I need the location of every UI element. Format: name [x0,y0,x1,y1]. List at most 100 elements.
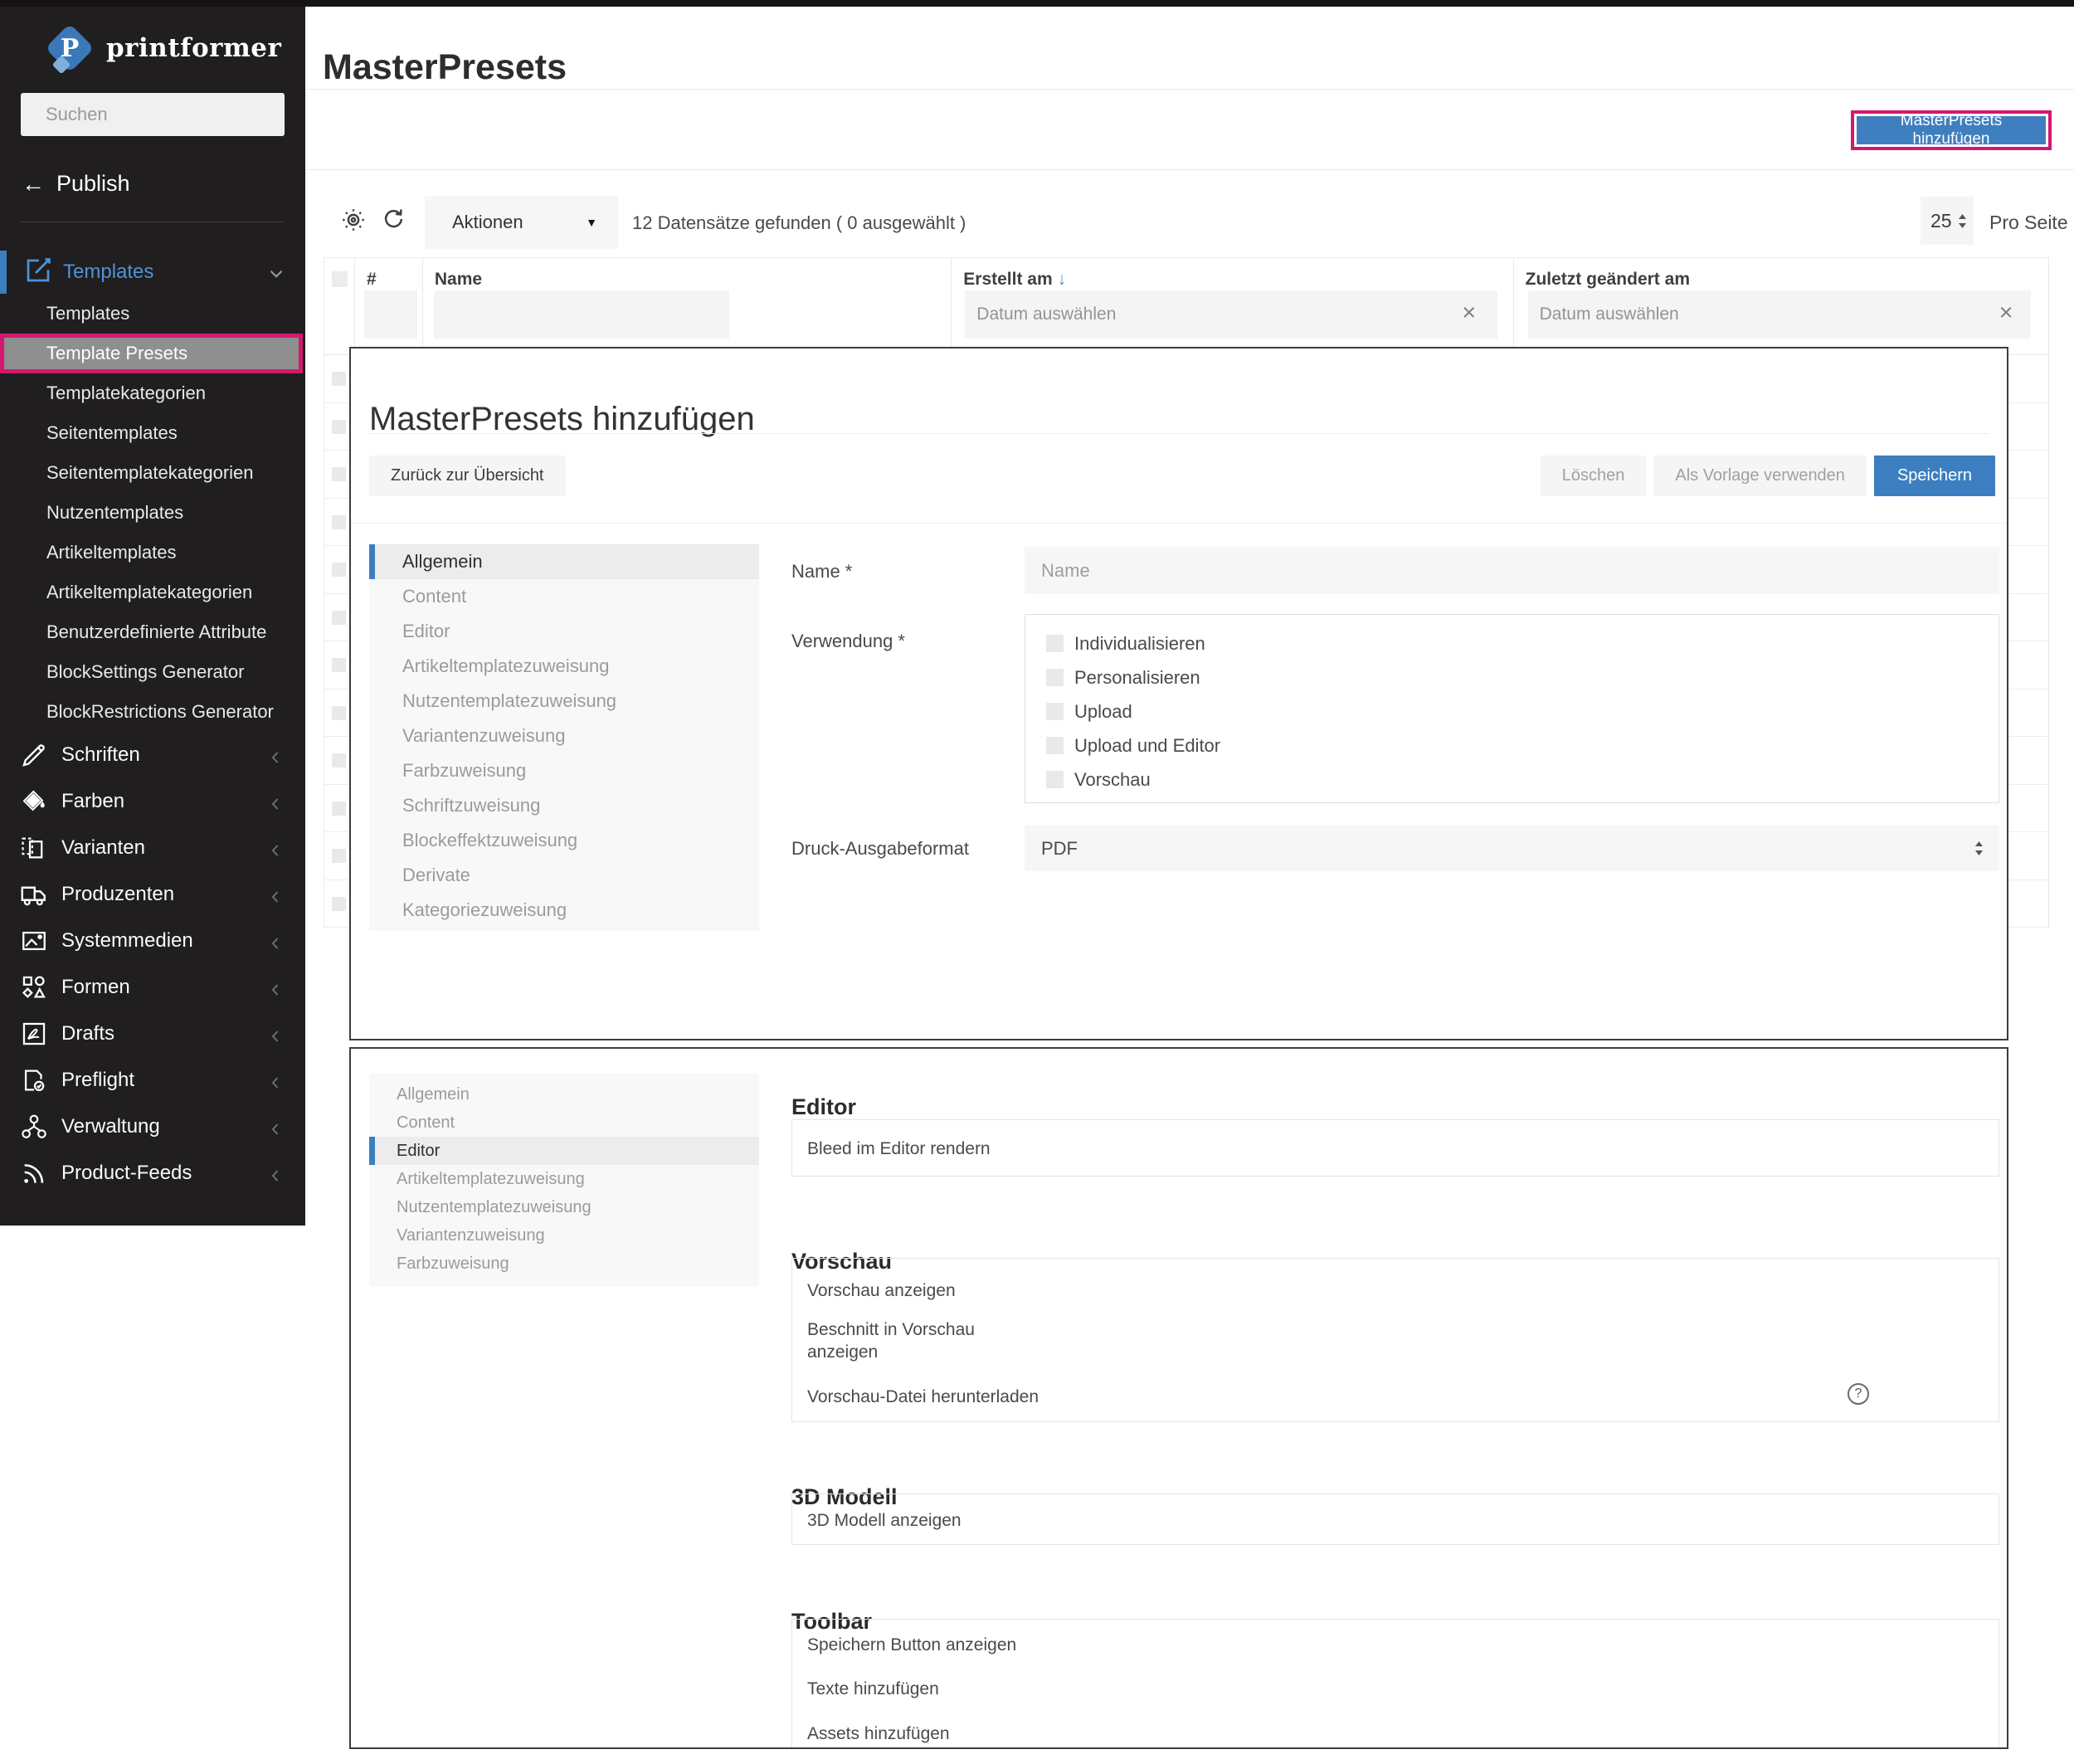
nav-item-content[interactable]: Content [369,579,759,614]
row-checkbox[interactable] [332,610,346,625]
checkbox[interactable] [996,1279,1016,1299]
use-as-template-button[interactable]: Als Vorlage verwenden [1653,456,1867,496]
row-checkbox[interactable] [332,849,346,863]
nav-item-editor[interactable]: Editor [369,1137,759,1165]
sidebar-item-seitentemplatekategorien[interactable]: Seitentemplatekategorien [0,453,305,493]
add-masterpresets-button[interactable]: MasterPresets hinzufügen [1857,112,2046,148]
checkbox[interactable] [996,1722,1016,1742]
row-checkbox[interactable] [332,514,346,529]
name-filter-input[interactable] [433,290,729,339]
usage-option[interactable]: Personalisieren [1046,660,1999,694]
nav-item-artikeltemplatezuweisung[interactable]: Artikeltemplatezuweisung [369,649,759,684]
nav-label: Kategoriezuweisung [402,899,567,920]
row-checkbox[interactable] [332,467,346,481]
row-checkbox[interactable] [332,563,346,577]
sidebar-item-benutzerdefinierte-attribute[interactable]: Benutzerdefinierte Attribute [0,612,305,652]
column-label[interactable]: # [367,270,377,290]
nav-item-allgemein[interactable]: Allgemein [369,544,759,579]
column-label[interactable]: Erstellt am ↓ [963,270,1066,290]
sidebar-item-product-feeds[interactable]: Product-Feeds [0,1150,305,1196]
search-input[interactable] [44,103,286,126]
sidebar-item-templates[interactable]: Templates [0,294,305,334]
nav-item-nutzentemplatezuweisung[interactable]: Nutzentemplatezuweisung [369,684,759,719]
usage-option[interactable]: Upload und Editor [1046,729,1999,763]
nav-item-derivate[interactable]: Derivate [369,858,759,893]
row-checkbox[interactable] [332,705,346,720]
row-checkbox[interactable] [332,658,346,672]
checkbox[interactable] [996,1322,1016,1342]
nav-item-variantenzuweisung[interactable]: Variantenzuweisung [369,1221,759,1250]
nav-item-allgemein[interactable]: Allgemein [369,1080,759,1109]
checkbox[interactable] [996,1508,1016,1528]
checkbox[interactable] [1046,635,1064,652]
nav-item-nutzentemplatezuweisung[interactable]: Nutzentemplatezuweisung [369,1193,759,1221]
back-to-overview-button[interactable]: Zurück zur Übersicht [369,456,566,496]
sidebar-item-artikeltemplatekategorien[interactable]: Artikeltemplatekategorien [0,573,305,612]
row-checkbox[interactable] [332,896,346,911]
sidebar-item-produzenten[interactable]: Produzenten [0,871,305,918]
column-label[interactable]: Zuletzt geändert am [1526,270,1690,290]
download-enabled-checkbox[interactable] [1823,1384,1843,1404]
checkbox[interactable] [996,1384,1016,1404]
row-checkbox[interactable] [332,801,346,816]
modified-date-filter[interactable] [1527,290,2031,339]
sidebar-item-varianten[interactable]: Varianten [0,825,305,871]
created-date-filter[interactable] [965,290,1498,339]
sort-desc-icon[interactable]: ↓ [1058,270,1067,289]
sidebar-item-blocksettings-generator[interactable]: BlockSettings Generator [0,652,305,692]
logo[interactable]: P printformer [45,22,305,75]
sidebar-item-templatekategorien[interactable]: Templatekategorien [0,373,305,413]
column-label[interactable]: Name [435,270,482,290]
sidebar-item-seitentemplates[interactable]: Seitentemplates [0,413,305,453]
sidebar-item-farben[interactable]: Farben [0,778,305,825]
checkbox[interactable] [996,1633,1016,1653]
row-checkbox[interactable] [332,753,346,767]
checkbox[interactable] [996,1138,1016,1157]
nav-item-editor[interactable]: Editor [369,614,759,649]
row-checkbox[interactable] [332,372,346,386]
sidebar-item-schriften[interactable]: Schriften [0,732,305,778]
nav-item-schriftzuweisung[interactable]: Schriftzuweisung [369,788,759,823]
sidebar-item-blockrestrictions-generator[interactable]: BlockRestrictions Generator [0,692,305,732]
checkbox[interactable] [1046,737,1064,754]
print-format-select[interactable]: PDF [1025,826,1999,871]
page-size-select[interactable]: 25 [1921,197,1974,245]
clear-filter-icon[interactable]: × [1462,301,1476,325]
checkbox[interactable] [1046,771,1064,788]
sidebar-item-artikeltemplates[interactable]: Artikeltemplates [0,533,305,573]
sidebar-item-templates-parent[interactable]: Templates [0,251,305,294]
delete-button[interactable]: Löschen [1540,456,1647,496]
sidebar-item-drafts[interactable]: Drafts [0,1011,305,1057]
nav-item-farbzuweisung[interactable]: Farbzuweisung [369,753,759,788]
usage-option[interactable]: Vorschau [1046,763,1999,797]
number-filter-input[interactable] [363,290,417,339]
nav-item-artikeltemplatezuweisung[interactable]: Artikeltemplatezuweisung [369,1165,759,1193]
nav-item-content[interactable]: Content [369,1109,759,1137]
help-icon[interactable]: ? [1848,1383,1869,1405]
checkbox[interactable] [1046,669,1064,686]
actions-dropdown[interactable]: Aktionen ▼ [425,196,618,249]
sidebar-item-systemmedien[interactable]: Systemmedien [0,918,305,964]
gear-icon[interactable] [340,207,365,231]
nav-item-variantenzuweisung[interactable]: Variantenzuweisung [369,719,759,753]
sidebar-item-template-presets[interactable]: Template Presets [0,334,303,373]
row-checkbox[interactable] [332,419,346,434]
checkbox[interactable] [996,1677,1016,1697]
save-button[interactable]: Speichern [1873,456,1995,496]
sidebar-item-formen[interactable]: Formen [0,964,305,1011]
refresh-icon[interactable] [381,207,406,231]
name-input[interactable] [1025,547,1999,594]
sidebar-search[interactable] [21,93,286,136]
sidebar-item-preflight[interactable]: Preflight [0,1057,305,1104]
select-all-checkbox[interactable] [332,271,348,287]
checkbox[interactable] [1046,703,1064,720]
nav-item-blockeffektzuweisung[interactable]: Blockeffektzuweisung [369,823,759,858]
usage-option[interactable]: Upload [1046,694,1999,729]
usage-option[interactable]: Individualisieren [1046,626,1999,660]
nav-item-farbzuweisung[interactable]: Farbzuweisung [369,1250,759,1278]
clear-filter-icon[interactable]: × [1999,301,2013,325]
sidebar-item-verwaltung[interactable]: Verwaltung [0,1104,305,1150]
back-to-publish[interactable]: ← Publish [22,171,305,197]
sidebar-item-nutzentemplates[interactable]: Nutzentemplates [0,493,305,533]
nav-item-kategoriezuweisung[interactable]: Kategoriezuweisung [369,893,759,928]
